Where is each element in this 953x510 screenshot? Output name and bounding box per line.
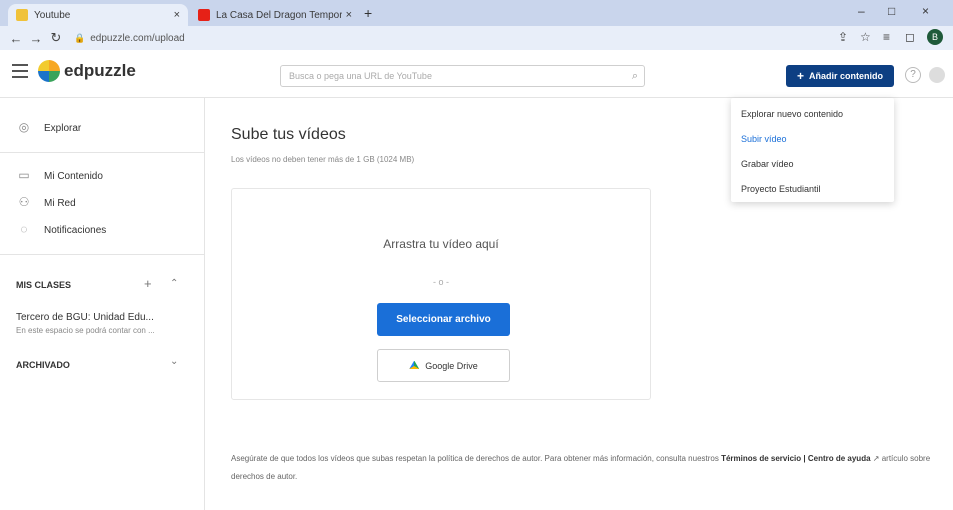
user-avatar-icon[interactable] <box>929 67 945 83</box>
sidebar-item-mi-contenido[interactable]: ▭ Mi Contenido <box>16 168 103 184</box>
tab-title: La Casa Del Dragon Temporada • ▾ <box>216 9 342 21</box>
share-icon[interactable]: ⇪ <box>838 30 848 44</box>
help-center-link[interactable]: Centro de ayuda <box>808 454 871 463</box>
sidebar-item-notificaciones[interactable]: ◌ Notificaciones <box>16 222 106 238</box>
tab-close-icon[interactable]: × <box>174 9 180 21</box>
archived-heading[interactable]: ARCHIVADO <box>16 360 70 370</box>
minimize-button[interactable]: – <box>858 4 865 18</box>
compass-icon: ◎ <box>18 120 30 134</box>
add-content-dropdown: Explorar nuevo contenido Subir vídeo Gra… <box>731 98 894 202</box>
sidebar-item-explorar[interactable]: ◎ Explorar <box>16 120 82 136</box>
lock-icon: 🔒 <box>74 32 86 43</box>
tab-title: Youtube <box>34 9 71 21</box>
youtube-favicon-icon <box>198 9 210 21</box>
class-description: En este espacio se podrá contar con ... <box>16 326 155 335</box>
copyright-notice: Asegúrate de que todos los vídeos que su… <box>231 450 941 486</box>
search-input[interactable]: Busca o pega una URL de YouTube ⌕ <box>280 65 645 87</box>
menu-item-record-video[interactable]: Grabar vídeo <box>741 159 794 169</box>
dropzone-text: Arrastra tu vídeo aquí <box>383 237 499 251</box>
menu-item-upload-video[interactable]: Subir vídeo <box>741 134 787 144</box>
upload-dropzone[interactable]: Arrastra tu vídeo aquí - o - Seleccionar… <box>231 188 651 400</box>
google-drive-icon <box>409 360 420 369</box>
maximize-button[interactable]: □ <box>888 4 895 18</box>
sidebar-item-label: Mi Contenido <box>44 170 103 182</box>
notice-separator: | <box>803 454 806 463</box>
url-text: edpuzzle.com/upload <box>90 32 185 44</box>
google-drive-button[interactable]: Google Drive <box>377 349 510 382</box>
network-icon: ⚇ <box>18 195 30 209</box>
sidebar-divider <box>0 152 205 153</box>
bell-icon: ◌ <box>20 222 28 236</box>
google-drive-label: Google Drive <box>425 360 478 371</box>
sidebar-item-mi-red[interactable]: ⚇ Mi Red <box>16 195 76 211</box>
youtube-favicon-icon <box>16 9 28 21</box>
new-tab-button[interactable]: + <box>364 5 372 21</box>
menu-icon[interactable] <box>12 64 28 78</box>
bookmark-star-icon[interactable]: ☆ <box>860 30 871 44</box>
edpuzzle-logo[interactable]: edpuzzle <box>38 60 136 82</box>
folder-icon: ▭ <box>18 168 30 182</box>
back-icon[interactable]: ← <box>6 31 26 46</box>
media-icon[interactable]: ≡ <box>883 30 890 44</box>
browser-tab[interactable]: La Casa Del Dragon Temporada • ▾ × <box>190 4 360 26</box>
external-link-icon: ↗ <box>872 454 880 463</box>
add-class-icon[interactable]: + <box>144 276 152 291</box>
help-icon[interactable]: ? <box>905 67 921 83</box>
classes-heading: MIS CLASES <box>16 280 72 290</box>
browser-tab-active[interactable]: Youtube × <box>8 4 188 26</box>
puzzle-logo-icon <box>38 60 60 82</box>
url-field[interactable]: 🔒 edpuzzle.com/upload <box>74 33 185 44</box>
menu-item-student-project[interactable]: Proyecto Estudiantil <box>741 184 821 194</box>
search-placeholder: Busca o pega una URL de YouTube <box>289 71 432 81</box>
sidebar-item-label: Mi Red <box>44 197 76 209</box>
plus-icon: + <box>796 69 804 83</box>
page-title: Sube tus vídeos <box>231 126 346 143</box>
notice-text: Asegúrate de que todos los vídeos que su… <box>231 454 719 463</box>
split-view-icon[interactable]: ◻ <box>905 30 915 44</box>
upload-size-hint: Los vídeos no deben tener más de 1 GB (1… <box>231 155 415 164</box>
reload-icon[interactable]: ↻ <box>46 30 66 46</box>
browser-tabstrip: Youtube × La Casa Del Dragon Temporada •… <box>0 0 953 26</box>
profile-avatar[interactable]: B <box>927 29 943 45</box>
tab-close-icon[interactable]: × <box>346 9 352 21</box>
forward-icon[interactable]: → <box>26 31 46 46</box>
sidebar-item-label: Explorar <box>44 122 82 134</box>
terms-link[interactable]: Términos de servicio <box>721 454 801 463</box>
address-bar: ← → ↻ 🔒 edpuzzle.com/upload ⇪ ☆ ≡ ◻ B <box>0 26 953 50</box>
sidebar: ◎ Explorar ▭ Mi Contenido ⚇ Mi Red ◌ Not… <box>0 98 205 510</box>
app-header: edpuzzle Busca o pega una URL de YouTube… <box>0 50 953 98</box>
logo-text: edpuzzle <box>64 61 136 80</box>
class-title[interactable]: Tercero de BGU: Unidad Edu... <box>16 312 196 323</box>
chevron-up-icon[interactable]: ⌃ <box>170 278 178 289</box>
add-content-label: Añadir contenido <box>809 71 883 81</box>
dropzone-or: - o - <box>432 277 449 287</box>
select-file-button[interactable]: Seleccionar archivo <box>377 303 510 336</box>
window-close-button[interactable]: × <box>922 4 929 18</box>
sidebar-divider <box>0 254 205 255</box>
sidebar-item-label: Notificaciones <box>44 224 107 236</box>
chevron-down-icon[interactable]: ⌄ <box>170 356 178 367</box>
search-icon[interactable]: ⌕ <box>632 66 638 86</box>
add-content-button[interactable]: + Añadir contenido <box>786 65 894 87</box>
menu-item-explore[interactable]: Explorar nuevo contenido <box>741 109 843 119</box>
